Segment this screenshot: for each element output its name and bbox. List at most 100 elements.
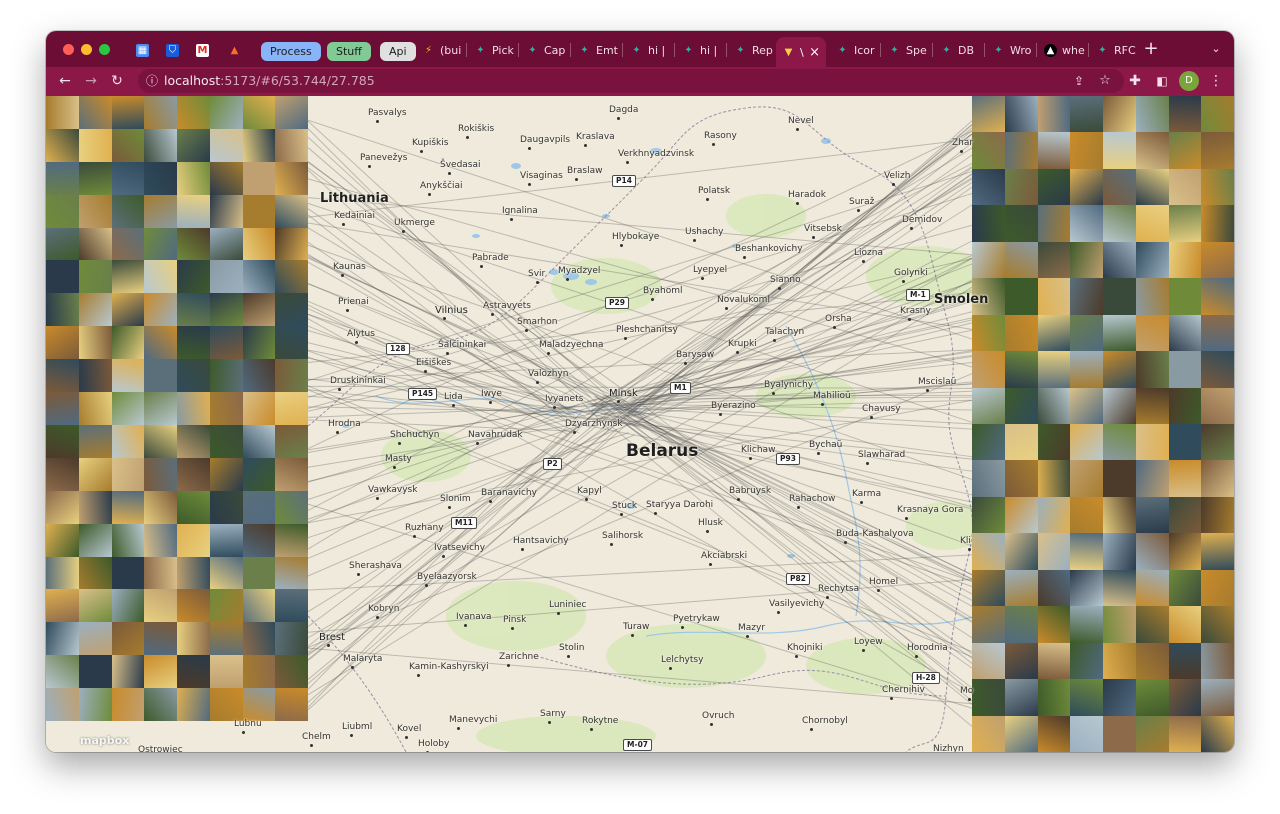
- photo-thumbnail[interactable]: [242, 96, 276, 129]
- photo-thumbnail[interactable]: [1037, 533, 1071, 570]
- photo-thumbnail[interactable]: [111, 457, 145, 491]
- photo-thumbnail[interactable]: [78, 556, 112, 590]
- photo-thumbnail[interactable]: [1037, 314, 1071, 352]
- photo-thumbnail[interactable]: [1201, 387, 1234, 424]
- photo-thumbnail[interactable]: [1103, 423, 1136, 461]
- photo-thumbnail[interactable]: [1168, 569, 1202, 607]
- photo-thumbnail[interactable]: [46, 128, 79, 162]
- photo-thumbnail[interactable]: [46, 326, 79, 360]
- photo-thumbnail[interactable]: [111, 655, 145, 689]
- photo-thumbnail[interactable]: [1201, 168, 1234, 206]
- photo-thumbnail[interactable]: [46, 96, 79, 129]
- photo-thumbnail[interactable]: [1168, 533, 1202, 570]
- tab-wro[interactable]: ✦ Wro: [986, 36, 1034, 64]
- pinned-tab-bitwarden[interactable]: ⛉: [160, 36, 182, 64]
- photo-thumbnail[interactable]: [46, 622, 79, 656]
- photo-thumbnail[interactable]: [46, 424, 79, 458]
- photo-thumbnail[interactable]: [242, 424, 276, 458]
- photo-thumbnail[interactable]: [78, 622, 112, 656]
- photo-thumbnail[interactable]: [1004, 423, 1038, 461]
- photo-thumbnail[interactable]: [111, 556, 145, 590]
- photo-thumbnail[interactable]: [1168, 241, 1202, 279]
- photo-thumbnail[interactable]: [1168, 278, 1202, 315]
- photo-thumbnail[interactable]: [209, 556, 243, 590]
- new-tab-button[interactable]: +: [1140, 38, 1162, 60]
- photo-thumbnail[interactable]: [1037, 715, 1071, 752]
- photo-thumbnail[interactable]: [111, 326, 145, 360]
- photo-thumbnail[interactable]: [209, 293, 243, 327]
- photo-thumbnail[interactable]: [1103, 460, 1136, 497]
- photo-thumbnail[interactable]: [1103, 351, 1136, 388]
- photo-thumbnail[interactable]: [1168, 715, 1202, 752]
- photo-thumbnail[interactable]: [209, 326, 243, 360]
- photo-thumbnail[interactable]: [242, 392, 276, 425]
- photo-thumbnail[interactable]: [242, 260, 276, 294]
- photo-thumbnail[interactable]: [972, 715, 1005, 752]
- photo-thumbnail[interactable]: [1070, 715, 1103, 752]
- photo-thumbnail[interactable]: [972, 423, 1005, 461]
- tab-db[interactable]: ✦ DB: [934, 36, 982, 64]
- photo-thumbnail[interactable]: [177, 655, 210, 689]
- pinned-tab-gmail[interactable]: M: [190, 36, 212, 64]
- photo-thumbnail[interactable]: [1168, 351, 1202, 388]
- photo-thumbnail[interactable]: [209, 523, 243, 557]
- photo-thumbnail[interactable]: [1103, 679, 1136, 716]
- photo-thumbnail[interactable]: [1070, 314, 1103, 352]
- photo-thumbnail[interactable]: [1168, 423, 1202, 461]
- photo-thumbnail[interactable]: [1103, 132, 1136, 169]
- photo-thumbnail[interactable]: [78, 457, 112, 491]
- photo-thumbnail[interactable]: [1201, 351, 1234, 388]
- photo-thumbnail[interactable]: [111, 622, 145, 656]
- photo-thumbnail[interactable]: [1103, 569, 1136, 607]
- photo-thumbnail[interactable]: [1103, 606, 1136, 643]
- photo-thumbnail[interactable]: [1135, 241, 1169, 279]
- photo-thumbnail[interactable]: [78, 589, 112, 623]
- photo-thumbnail[interactable]: [78, 326, 112, 360]
- photo-thumbnail[interactable]: [242, 194, 276, 228]
- photo-thumbnail[interactable]: [1037, 423, 1071, 461]
- photo-thumbnail[interactable]: [275, 260, 308, 294]
- photo-thumbnail[interactable]: [209, 260, 243, 294]
- photo-thumbnail[interactable]: [111, 96, 145, 129]
- photo-thumbnail[interactable]: [1004, 168, 1038, 206]
- photo-thumbnail[interactable]: [78, 523, 112, 557]
- photo-thumbnail[interactable]: [209, 490, 243, 524]
- photo-thumbnail[interactable]: [46, 359, 79, 393]
- photo-thumbnail[interactable]: [177, 293, 210, 327]
- photo-thumbnail[interactable]: [1004, 314, 1038, 352]
- photo-thumbnail[interactable]: [1201, 496, 1234, 534]
- minimize-window-button[interactable]: [81, 44, 92, 55]
- reload-button[interactable]: ↻: [106, 70, 128, 92]
- photo-thumbnail[interactable]: [111, 161, 145, 195]
- photo-thumbnail[interactable]: [1103, 241, 1136, 279]
- photo-thumbnail[interactable]: [1168, 314, 1202, 352]
- photo-thumbnail[interactable]: [1168, 642, 1202, 680]
- photo-thumbnail[interactable]: [972, 642, 1005, 680]
- photo-thumbnail[interactable]: [1103, 205, 1136, 242]
- photo-thumbnail[interactable]: [144, 392, 177, 425]
- close-tab-icon[interactable]: ×: [809, 45, 820, 60]
- photo-thumbnail[interactable]: [1037, 387, 1071, 424]
- photo-thumbnail[interactable]: [972, 132, 1005, 169]
- forward-button[interactable]: →: [80, 70, 102, 92]
- photo-thumbnail[interactable]: [111, 194, 145, 228]
- photo-thumbnail[interactable]: [144, 589, 177, 623]
- photo-thumbnail[interactable]: [78, 424, 112, 458]
- photo-thumbnail[interactable]: [275, 589, 308, 623]
- photo-thumbnail[interactable]: [275, 556, 308, 590]
- photo-thumbnail[interactable]: [1004, 533, 1038, 570]
- photo-thumbnail[interactable]: [972, 351, 1005, 388]
- photo-thumbnail[interactable]: [177, 128, 210, 162]
- photo-thumbnail[interactable]: [1004, 387, 1038, 424]
- photo-thumbnail[interactable]: [242, 359, 276, 393]
- photo-thumbnail[interactable]: [1201, 642, 1234, 680]
- bookmark-star-icon[interactable]: ☆: [1094, 70, 1116, 92]
- tab-build[interactable]: ⚡ (bui: [416, 36, 464, 64]
- tab-rfc[interactable]: ✦ RFC: [1090, 36, 1138, 64]
- photo-thumbnail[interactable]: [1201, 533, 1234, 570]
- photo-thumbnail[interactable]: [144, 359, 177, 393]
- photo-thumbnail[interactable]: [177, 96, 210, 129]
- photo-thumbnail[interactable]: [1135, 496, 1169, 534]
- photo-thumbnail[interactable]: [1070, 278, 1103, 315]
- photo-thumbnail[interactable]: [242, 490, 276, 524]
